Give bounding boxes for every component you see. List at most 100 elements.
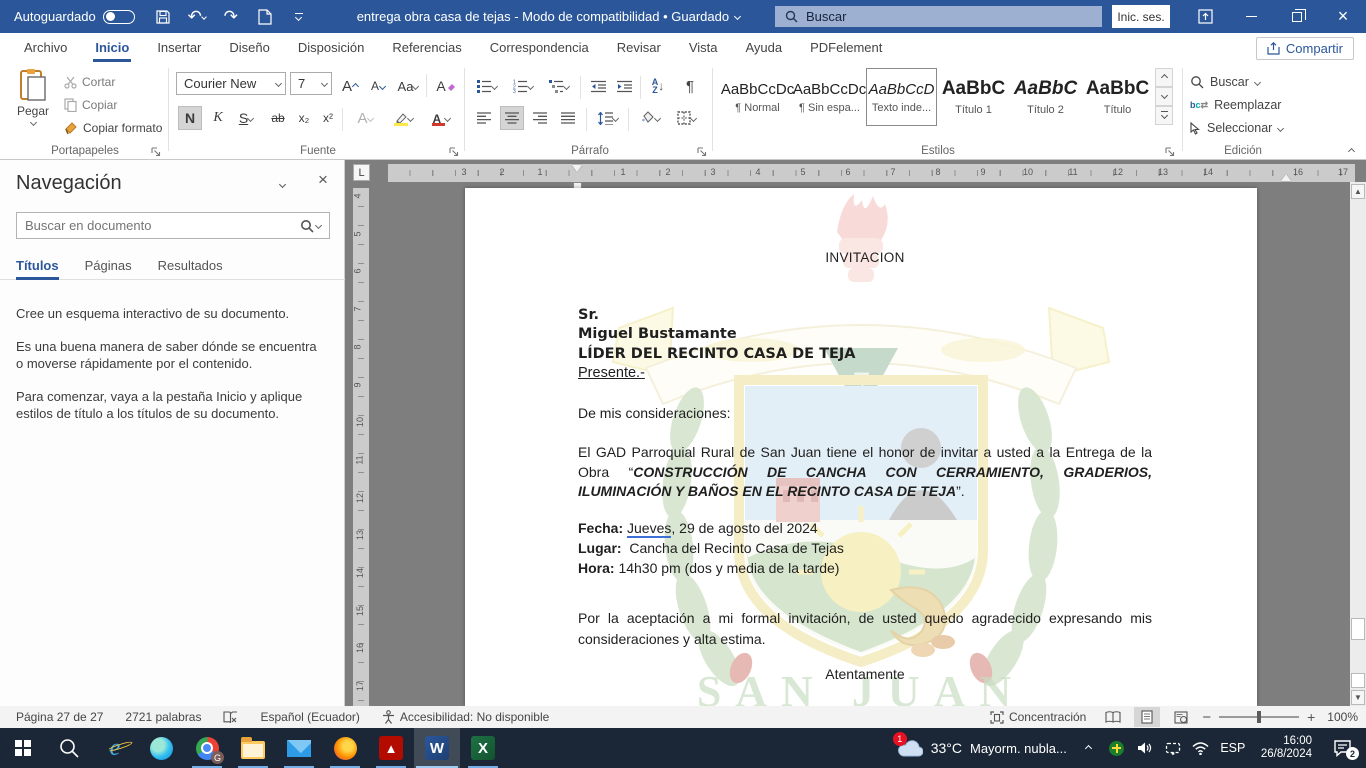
navigation-pane-collapse-icon[interactable]: [280, 176, 285, 193]
clear-formatting-button[interactable]: A: [434, 74, 458, 98]
word-button[interactable]: W: [414, 728, 460, 768]
zoom-out-button[interactable]: −: [1202, 709, 1211, 726]
zoom-slider-thumb[interactable]: [1257, 711, 1261, 723]
tab-disposicion[interactable]: Disposición: [284, 33, 378, 62]
proofing-status[interactable]: [217, 706, 244, 728]
text-effects-button[interactable]: A: [348, 106, 382, 130]
show-paragraph-marks-button[interactable]: ¶: [678, 74, 702, 98]
italic-button[interactable]: K: [206, 106, 230, 130]
document-title[interactable]: entrega obra casa de tejas - Modo de com…: [357, 9, 740, 24]
font-size-combobox[interactable]: 7: [290, 72, 332, 95]
tab-referencias[interactable]: Referencias: [378, 33, 475, 62]
save-icon[interactable]: [151, 5, 175, 29]
autosave-toggle[interactable]: [103, 10, 135, 24]
nav-tab-paginas[interactable]: Páginas: [85, 252, 132, 279]
clock[interactable]: 16:00 26/8/2024: [1253, 735, 1320, 761]
scroll-down-arrow[interactable]: ▼: [1351, 690, 1365, 705]
v-ruler[interactable]: 4567891011121314151617: [353, 188, 369, 706]
style-titulo-2[interactable]: AaBbC Título 2: [1010, 68, 1081, 126]
read-mode-button[interactable]: [1100, 707, 1126, 727]
bold-button[interactable]: N: [178, 106, 202, 130]
shrink-font-button[interactable]: A: [366, 74, 390, 98]
tab-pdfelement[interactable]: PDFelement: [796, 33, 896, 62]
defender-icon[interactable]: [1105, 728, 1129, 768]
new-document-icon[interactable]: [253, 5, 277, 29]
superscript-button[interactable]: x²: [316, 106, 340, 130]
select-button[interactable]: Seleccionar: [1190, 118, 1283, 138]
focus-mode-button[interactable]: Concentración: [984, 706, 1092, 728]
tab-correspondencia[interactable]: Correspondencia: [476, 33, 603, 62]
internet-explorer-button[interactable]: e: [92, 728, 138, 768]
navigation-search-icon[interactable]: [300, 219, 314, 233]
weather-widget[interactable]: 1 33°C Mayorm. nubla...: [887, 728, 1077, 768]
sign-in-button[interactable]: Inic. ses.: [1112, 5, 1170, 28]
paragraph-dialog-launcher-icon[interactable]: [696, 146, 708, 158]
start-button[interactable]: [0, 728, 46, 768]
nav-tab-resultados[interactable]: Resultados: [158, 252, 223, 279]
language-indicator-tray[interactable]: ESP: [1217, 728, 1249, 768]
taskbar-search-button[interactable]: [46, 728, 92, 768]
document-page[interactable]: 7: [465, 188, 1257, 706]
restore-button[interactable]: [1274, 0, 1320, 33]
font-dialog-launcher-icon[interactable]: [448, 146, 460, 158]
style-sin-espacio[interactable]: AaBbCcDc ¶ Sin espa...: [794, 68, 865, 126]
tray-expand-chevron-icon[interactable]: [1077, 728, 1101, 768]
zoom-level[interactable]: 100%: [1327, 710, 1358, 724]
styles-scroll-down-button[interactable]: [1155, 87, 1173, 106]
minimize-button[interactable]: [1228, 0, 1274, 33]
speaker-icon[interactable]: [1133, 728, 1157, 768]
style-normal[interactable]: AaBbCcDc ¶ Normal: [722, 68, 793, 126]
mail-button[interactable]: [276, 728, 322, 768]
print-layout-button[interactable]: [1134, 707, 1160, 727]
find-button[interactable]: Buscar: [1190, 72, 1260, 92]
tab-revisar[interactable]: Revisar: [603, 33, 675, 62]
chrome-button[interactable]: G: [184, 728, 230, 768]
bullets-button[interactable]: [472, 74, 502, 98]
highlight-color-button[interactable]: [386, 106, 420, 130]
customize-qat-icon[interactable]: [287, 5, 311, 29]
tab-vista[interactable]: Vista: [675, 33, 732, 62]
share-button[interactable]: Compartir: [1256, 37, 1354, 60]
tab-diseno[interactable]: Diseño: [215, 33, 283, 62]
scrollbar-page-button[interactable]: [1351, 673, 1365, 688]
acrobat-button[interactable]: ▲: [368, 728, 414, 768]
web-layout-button[interactable]: [1168, 707, 1194, 727]
styles-dialog-launcher-icon[interactable]: [1164, 146, 1176, 158]
scroll-up-arrow[interactable]: ▲: [1351, 184, 1365, 199]
font-color-button[interactable]: A: [424, 106, 458, 130]
increase-indent-button[interactable]: [612, 74, 636, 98]
wifi-icon[interactable]: [1189, 728, 1213, 768]
office-search-box[interactable]: Buscar: [775, 6, 1102, 27]
styles-gallery-expand-button[interactable]: [1155, 106, 1173, 125]
copy-button[interactable]: Copiar: [64, 94, 117, 116]
nav-tab-titulos[interactable]: Títulos: [16, 252, 59, 279]
align-right-button[interactable]: [528, 106, 552, 130]
firefox-button[interactable]: [322, 728, 368, 768]
align-center-button[interactable]: [500, 106, 524, 130]
page-indicator[interactable]: Página 27 de 27: [10, 706, 109, 728]
zoom-slider[interactable]: [1219, 716, 1299, 718]
format-painter-button[interactable]: Copiar formato: [64, 117, 162, 139]
navigation-pane-close-icon[interactable]: ×: [318, 170, 328, 190]
first-line-indent-marker[interactable]: [572, 165, 582, 172]
ribbon-display-options-button[interactable]: [1182, 0, 1228, 33]
shading-button[interactable]: [634, 106, 666, 130]
accessibility-status[interactable]: Accesibilidad: No disponible: [376, 706, 555, 728]
change-case-button[interactable]: Aa: [396, 74, 420, 98]
letter-body[interactable]: INVITACION Sr. Miguel Bustamante LÍDER D…: [578, 248, 1152, 684]
close-button[interactable]: ×: [1320, 0, 1366, 33]
cut-button[interactable]: Cortar: [64, 71, 115, 93]
line-spacing-button[interactable]: [592, 106, 624, 130]
replace-button[interactable]: bc⇄ Reemplazar: [1190, 95, 1281, 115]
sort-button[interactable]: A Z ↓: [646, 74, 670, 98]
saved-state-chevron-icon[interactable]: [734, 13, 741, 20]
word-count[interactable]: 2721 palabras: [119, 706, 207, 728]
redo-button[interactable]: ↷: [219, 5, 243, 29]
strikethrough-button[interactable]: ab: [266, 106, 290, 130]
navigation-search-input[interactable]: [17, 218, 300, 233]
grow-font-button[interactable]: A: [338, 74, 362, 98]
tab-archivo[interactable]: Archivo: [10, 33, 81, 62]
style-titulo-1[interactable]: AaBbC Título 1: [938, 68, 1009, 126]
font-family-combobox[interactable]: Courier New: [176, 72, 286, 95]
paste-button[interactable]: Pegar: [8, 68, 58, 142]
